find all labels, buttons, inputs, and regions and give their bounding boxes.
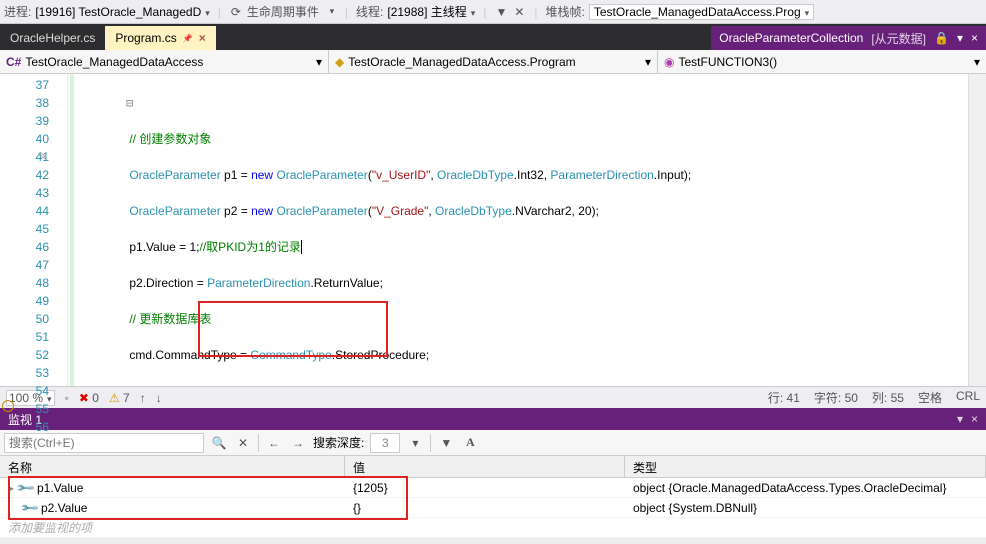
stackframe-label: 堆栈帧: <box>546 3 585 20</box>
watch-grid-header: 名称 值 类型 <box>0 456 986 478</box>
watch-panel-header: 监视 1 ▾ × <box>0 408 986 430</box>
close-icon[interactable]: × <box>971 412 978 426</box>
window-dropdown-icon[interactable]: ▾ <box>957 31 963 45</box>
method-icon: ◉ <box>664 55 674 69</box>
tab-label: Program.cs <box>115 31 176 45</box>
pencil-icon: ✎ <box>38 148 47 166</box>
char-number: 50 <box>845 391 858 405</box>
tab-right-meta: [从元数据] <box>871 30 926 47</box>
debug-toolbar: 进程: [19916] TestOracle_ManagedD | ⟳ 生命周期… <box>0 0 986 24</box>
process-dropdown[interactable]: [19916] TestOracle_ManagedD <box>35 5 209 19</box>
no-issues-icon[interactable]: ◦ <box>65 391 69 405</box>
watch-value: {} <box>353 501 361 515</box>
search-icon[interactable]: 🔍 <box>210 434 228 452</box>
lock-icon: 🔒 <box>934 31 949 45</box>
csharp-icon: C# <box>6 55 21 69</box>
line-number-gutter: 37383940 41✎ 4243444546 4748495051 52535… <box>0 74 68 386</box>
lifecycle-label: 生命周期事件 <box>247 3 319 20</box>
nav-next-icon[interactable]: ↓ <box>156 391 162 405</box>
thread-dropdown[interactable]: [21988] 主线程 <box>387 3 475 20</box>
col-value-header[interactable]: 值 <box>345 456 625 477</box>
tab-program[interactable]: Program.cs 📌 × <box>105 26 215 50</box>
wrench-icon: 🔧 <box>15 477 35 497</box>
settings-icon[interactable]: ✕ <box>512 5 526 19</box>
chevron-down-icon[interactable]: ▾ <box>406 434 424 452</box>
watch-row[interactable]: ▸🔧p1.Value {1205} object {Oracle.Managed… <box>0 478 986 498</box>
nav-prev-icon[interactable]: ↑ <box>140 391 146 405</box>
text-format-icon[interactable]: A <box>461 434 479 452</box>
watch-add-row[interactable]: 添加要监视的项 <box>0 518 986 538</box>
document-tab-strip: OracleHelper.cs Program.cs 📌 × OraclePar… <box>0 24 986 50</box>
code-editor[interactable]: 37383940 41✎ 4243444546 4748495051 52535… <box>0 74 986 386</box>
dropdown-icon[interactable]: ▾ <box>957 412 963 426</box>
clear-icon[interactable]: ✕ <box>234 434 252 452</box>
watch-search-bar: 🔍 ✕ ← → 搜索深度: ▾ ▼ A <box>0 430 986 456</box>
tab-label: OracleHelper.cs <box>10 31 95 45</box>
nav-scope[interactable]: C# TestOracle_ManagedDataAccess ▾ <box>0 50 329 73</box>
warning-icon[interactable]: ⚠ <box>109 391 123 405</box>
stackframe-dropdown[interactable]: TestOracle_ManagedDataAccess.Prog <box>589 4 814 20</box>
nav-member-text: TestFUNCTION3() <box>678 55 777 69</box>
col-name-header[interactable]: 名称 <box>0 456 345 477</box>
col-number: 55 <box>891 391 904 405</box>
error-icon[interactable]: ✖ <box>79 391 92 405</box>
nav-class-text: TestOracle_ManagedDataAccess.Program <box>348 55 575 69</box>
indent-mode[interactable]: 空格 <box>918 389 942 406</box>
thread-label: 线程: <box>356 3 383 20</box>
watch-name: p1.Value <box>37 481 83 495</box>
watch-type: object {System.DBNull} <box>633 501 757 515</box>
watch-name: p2.Value <box>41 501 87 515</box>
watch-grid-body: ▸🔧p1.Value {1205} object {Oracle.Managed… <box>0 478 986 538</box>
wrench-icon: 🔧 <box>19 497 39 517</box>
line-number: 41 <box>787 391 800 405</box>
code-nav-bar: C# TestOracle_ManagedDataAccess ▾ ◆ Test… <box>0 50 986 74</box>
close-icon[interactable]: × <box>199 31 206 45</box>
chevron-down-icon[interactable]: ▾ <box>316 55 322 69</box>
lifecycle-dropdown[interactable] <box>323 5 337 19</box>
lifecycle-icon[interactable]: ⟳ <box>229 5 243 19</box>
nav-back-icon[interactable]: ← <box>265 434 283 452</box>
close-icon[interactable]: × <box>971 31 978 45</box>
filter-icon[interactable]: ▼ <box>437 434 455 452</box>
chevron-down-icon[interactable]: ▾ <box>645 55 651 69</box>
nav-scope-text: TestOracle_ManagedDataAccess <box>25 55 203 69</box>
nav-member[interactable]: ◉ TestFUNCTION3() ▾ <box>658 50 986 73</box>
tab-right-title: OracleParameterCollection <box>719 31 863 45</box>
warning-count: 7 <box>123 391 130 405</box>
line-ending[interactable]: CRL <box>956 389 980 406</box>
code-area[interactable]: ⊟ // 创建参数对象 OracleParameter p1 = new Ora… <box>68 74 968 386</box>
class-icon: ◆ <box>335 55 344 69</box>
error-count: 0 <box>92 391 99 405</box>
watch-row[interactable]: 🔧p2.Value {} object {System.DBNull} <box>0 498 986 518</box>
watch-value: {1205} <box>353 481 388 495</box>
tab-oraclehelper[interactable]: OracleHelper.cs <box>0 26 105 50</box>
chevron-down-icon[interactable]: ▾ <box>974 55 980 69</box>
col-type-header[interactable]: 类型 <box>625 456 986 477</box>
watch-type: object {Oracle.ManagedDataAccess.Types.O… <box>633 481 946 495</box>
vertical-scrollbar[interactable] <box>968 74 986 386</box>
depth-label: 搜索深度: <box>313 434 364 451</box>
editor-status-bar: 100 % ◦ ✖ 0 ⚠ 7 ↑ ↓ 行: 41 字符: 50 列: 55 空… <box>0 386 986 408</box>
depth-input[interactable] <box>370 433 400 453</box>
process-label: 进程: <box>4 3 31 20</box>
tab-metadata[interactable]: OracleParameterCollection [从元数据] 🔒 ▾ × <box>711 26 986 50</box>
filter-icon[interactable]: ▼ <box>494 5 508 19</box>
nav-forward-icon[interactable]: → <box>289 434 307 452</box>
add-hint: 添加要监视的项 <box>8 519 92 536</box>
expand-icon[interactable]: ▸ <box>8 481 14 495</box>
pin-icon[interactable]: 📌 <box>183 34 193 43</box>
nav-class[interactable]: ◆ TestOracle_ManagedDataAccess.Program ▾ <box>329 50 658 73</box>
